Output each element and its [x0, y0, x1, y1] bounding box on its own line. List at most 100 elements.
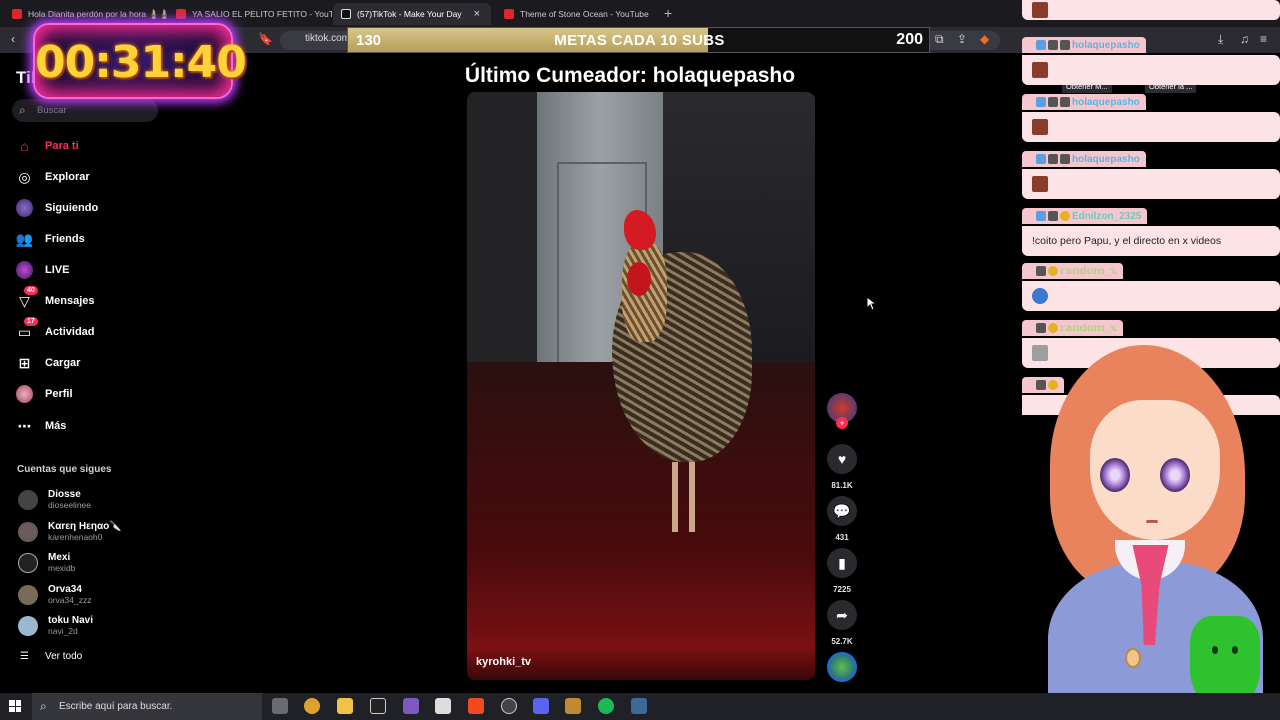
- nav-mas[interactable]: ⋯ Más: [16, 417, 67, 435]
- following-account[interactable]: Mexi mexidb: [18, 552, 75, 573]
- screen: Hola Dianita perdón por la hora 🎍🎍 YA SA…: [0, 0, 1280, 720]
- bookmark-icon[interactable]: 🔖: [258, 32, 273, 46]
- rooster-leg: [672, 462, 678, 532]
- video-author[interactable]: kyrohki_tv: [476, 656, 531, 668]
- vtuber-avatar: [1020, 340, 1280, 720]
- nav-mensajes[interactable]: ▽ 40 Mensajes: [16, 285, 95, 310]
- goal-end-value: 200: [896, 31, 923, 48]
- tab-2[interactable]: YA SALIO EL PELITO FETITO - YouTube: [168, 3, 332, 25]
- home-icon: ⌂: [20, 138, 29, 154]
- chat-username: 𝕣𝕒𝕟𝕕𝕠𝕞_𝕩: [1060, 322, 1117, 334]
- account-user: mexidb: [48, 563, 76, 573]
- avatar: [18, 584, 38, 605]
- see-all-link[interactable]: ☰ Ver todo: [20, 651, 82, 662]
- pen-app-icon[interactable]: [403, 698, 419, 714]
- vtuber-mouth: [1146, 520, 1158, 523]
- chat-message: holaquepasho: [1022, 37, 1280, 85]
- account-name: Kαrεη Hεηαo🔪: [48, 521, 122, 532]
- emote-icon: [1032, 176, 1048, 192]
- chat-body: [1022, 112, 1280, 142]
- nav-label: Actividad: [45, 326, 95, 338]
- back-icon[interactable]: ‹: [11, 32, 15, 46]
- badge-icon: [1036, 97, 1046, 107]
- chat-message: holaquepasho: [1022, 151, 1280, 199]
- store-icon[interactable]: [435, 698, 451, 714]
- nav-siguiendo[interactable]: Siguiendo: [16, 199, 98, 217]
- notepad-icon[interactable]: [370, 698, 386, 714]
- brave-browser-icon[interactable]: [468, 698, 484, 714]
- file-explorer-icon[interactable]: [337, 698, 353, 714]
- following-account[interactable]: Orva34 orva34_zzz: [18, 584, 91, 605]
- share-button[interactable]: ➦ 52.7K: [826, 600, 858, 646]
- following-account[interactable]: Kαrεη Hεηαo🔪 karenhenaoh0: [18, 521, 122, 542]
- like-button[interactable]: ♥ 81.1K: [826, 444, 858, 490]
- nav-label: Siguiendo: [45, 202, 99, 214]
- badge-icon: [1036, 323, 1046, 333]
- save-count: 7225: [833, 585, 851, 594]
- avatar: [18, 615, 38, 636]
- open-external-icon[interactable]: ⧉: [935, 32, 944, 47]
- brave-shield-icon[interactable]: ◆: [980, 32, 989, 46]
- follow-plus-icon[interactable]: +: [836, 417, 848, 429]
- obs-icon[interactable]: [501, 698, 517, 714]
- youtube-icon: [176, 9, 186, 19]
- following-account[interactable]: Diosse dioseelinee: [18, 489, 91, 510]
- taskbar-search-placeholder: Escribe aquí para buscar.: [59, 701, 173, 712]
- nav-explorar[interactable]: ◎ Explorar: [16, 168, 90, 186]
- comment-button[interactable]: 💬 431: [826, 496, 858, 542]
- nav-live[interactable]: LIVE: [16, 261, 69, 279]
- tab-title: YA SALIO EL PELITO FETITO - YouTube: [192, 9, 332, 19]
- windows-taskbar: ⌕ Escribe aquí para buscar.: [0, 693, 1280, 720]
- media-app-icon[interactable]: [565, 698, 581, 714]
- avatar: [18, 489, 38, 510]
- tab-title: Hola Dianita perdón por la hora 🎍🎍: [28, 8, 167, 19]
- url-text: tiktok.com: [305, 33, 351, 44]
- live-icon: [16, 261, 33, 279]
- avatar: [18, 521, 38, 542]
- tab-title: (57)TikTok - Make Your Day: [357, 9, 462, 19]
- badge-icon: [1060, 211, 1070, 221]
- search-icon: ⌕: [19, 103, 26, 117]
- emote-icon: [1032, 119, 1048, 135]
- chat-body: [1022, 0, 1280, 20]
- search-input[interactable]: [12, 99, 158, 122]
- chat-body: [1022, 55, 1280, 85]
- nav-para-ti[interactable]: ⌂ Para ti: [16, 137, 78, 155]
- nav-label: Explorar: [45, 171, 90, 183]
- spotify-icon[interactable]: [598, 698, 614, 714]
- search-placeholder: Buscar: [37, 105, 67, 116]
- account-user: karenhenaoh0: [48, 532, 103, 542]
- new-tab-icon[interactable]: +: [664, 5, 672, 21]
- task-view-icon[interactable]: [272, 698, 288, 714]
- account-name: Mexi: [48, 552, 71, 563]
- nav-actividad[interactable]: ▭ 17 Actividad: [16, 316, 95, 341]
- nav-perfil[interactable]: Perfil: [16, 385, 73, 403]
- music-disc-icon[interactable]: [827, 652, 857, 682]
- nav-label: Más: [45, 420, 67, 432]
- nav-cargar[interactable]: ⊞ Cargar: [16, 354, 81, 372]
- avatar: [18, 552, 38, 573]
- tab-1[interactable]: Hola Dianita perdón por la hora 🎍🎍: [4, 3, 167, 25]
- messages-badge: 40: [24, 285, 38, 295]
- following-account[interactable]: toku Navi navi_2d: [18, 615, 93, 636]
- video-player[interactable]: [467, 92, 815, 680]
- tab-4[interactable]: Theme of Stone Ocean - YouTube: [496, 3, 656, 25]
- chat-header: 𝕣𝕒𝕟𝕕𝕠𝕞_𝕩: [1022, 263, 1123, 279]
- chat-header: holaquepasho: [1022, 94, 1146, 110]
- goal-title: METAS CADA 10 SUBS: [554, 32, 725, 49]
- close-tab-icon[interactable]: ×: [474, 8, 480, 20]
- windows-start-icon[interactable]: [9, 700, 21, 712]
- chat-message: [1022, 0, 1280, 20]
- save-button[interactable]: ▮ 7225: [826, 548, 858, 594]
- subs-goal-bar: 130 METAS CADA 10 SUBS 200: [347, 27, 930, 53]
- discord-icon[interactable]: [533, 698, 549, 714]
- heart-icon: ♥: [827, 444, 857, 474]
- tab-3-active[interactable]: (57)TikTok - Make Your Day ×: [333, 3, 491, 25]
- friends-icon: 👥: [15, 230, 34, 247]
- share-icon[interactable]: ⇪: [957, 32, 967, 46]
- bookmark-icon: ▮: [827, 548, 857, 578]
- app-medal-icon[interactable]: [304, 698, 320, 714]
- nav-friends[interactable]: 👥 Friends: [16, 230, 85, 248]
- list-icon: ☰: [20, 651, 29, 662]
- app-icon[interactable]: [631, 698, 647, 714]
